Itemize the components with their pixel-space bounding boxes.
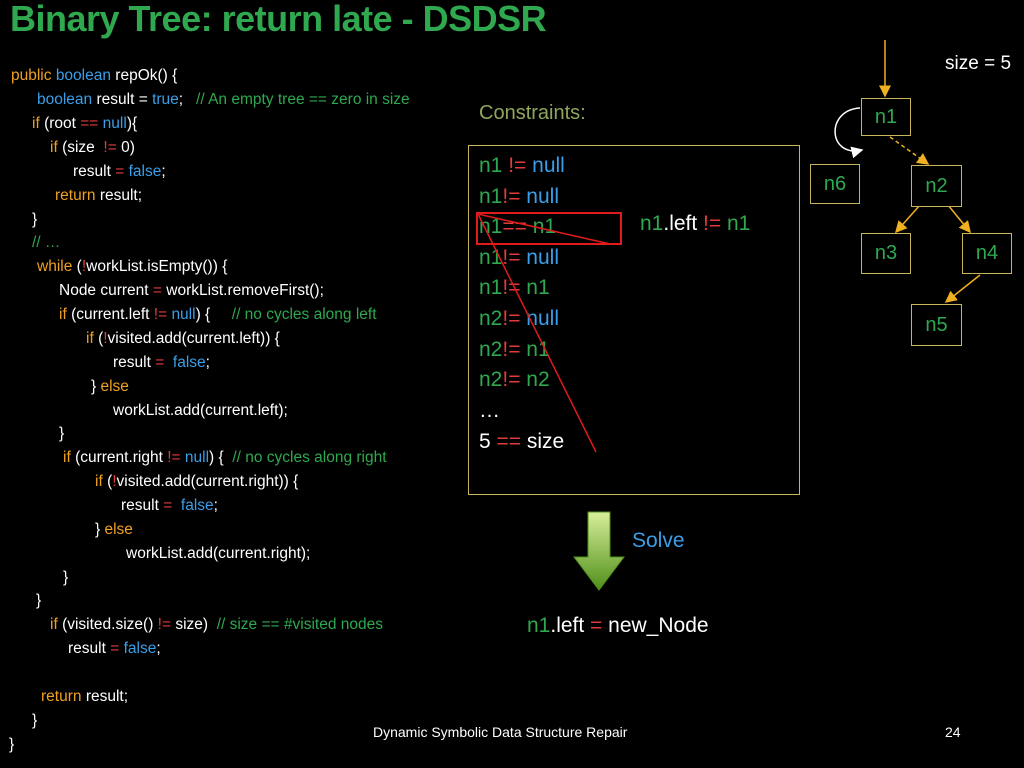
strike-line [477, 213, 597, 453]
constraint-text: new_Node [602, 614, 709, 637]
n2-right-edge [947, 204, 971, 234]
strike-line [477, 213, 611, 245]
tree-node-n3: n3 [861, 233, 911, 274]
tree-node-n2: n2 [911, 165, 962, 207]
tree-node-n1: n1 [861, 98, 911, 136]
solver-result: n1.left = new_Node [527, 614, 709, 638]
constraint-text: .left [550, 614, 591, 637]
n4-left-edge [944, 274, 981, 303]
n1-right-edge [889, 136, 930, 165]
constraint-var: n1 [527, 614, 551, 637]
page-number: 24 [945, 724, 961, 740]
tree-node-n5: n5 [911, 304, 962, 346]
footer-text: Dynamic Symbolic Data Structure Repair [373, 724, 628, 740]
n1-left-self-edge [834, 107, 864, 159]
constraint-op: = [590, 614, 603, 637]
tree-node-n4: n4 [962, 233, 1012, 274]
solve-arrow-icon [572, 511, 626, 591]
solve-label: Solve [632, 529, 685, 552]
size-label: size = 5 [945, 53, 1012, 74]
n2-left-edge [895, 204, 921, 234]
tree-node-n6: n6 [810, 164, 860, 204]
